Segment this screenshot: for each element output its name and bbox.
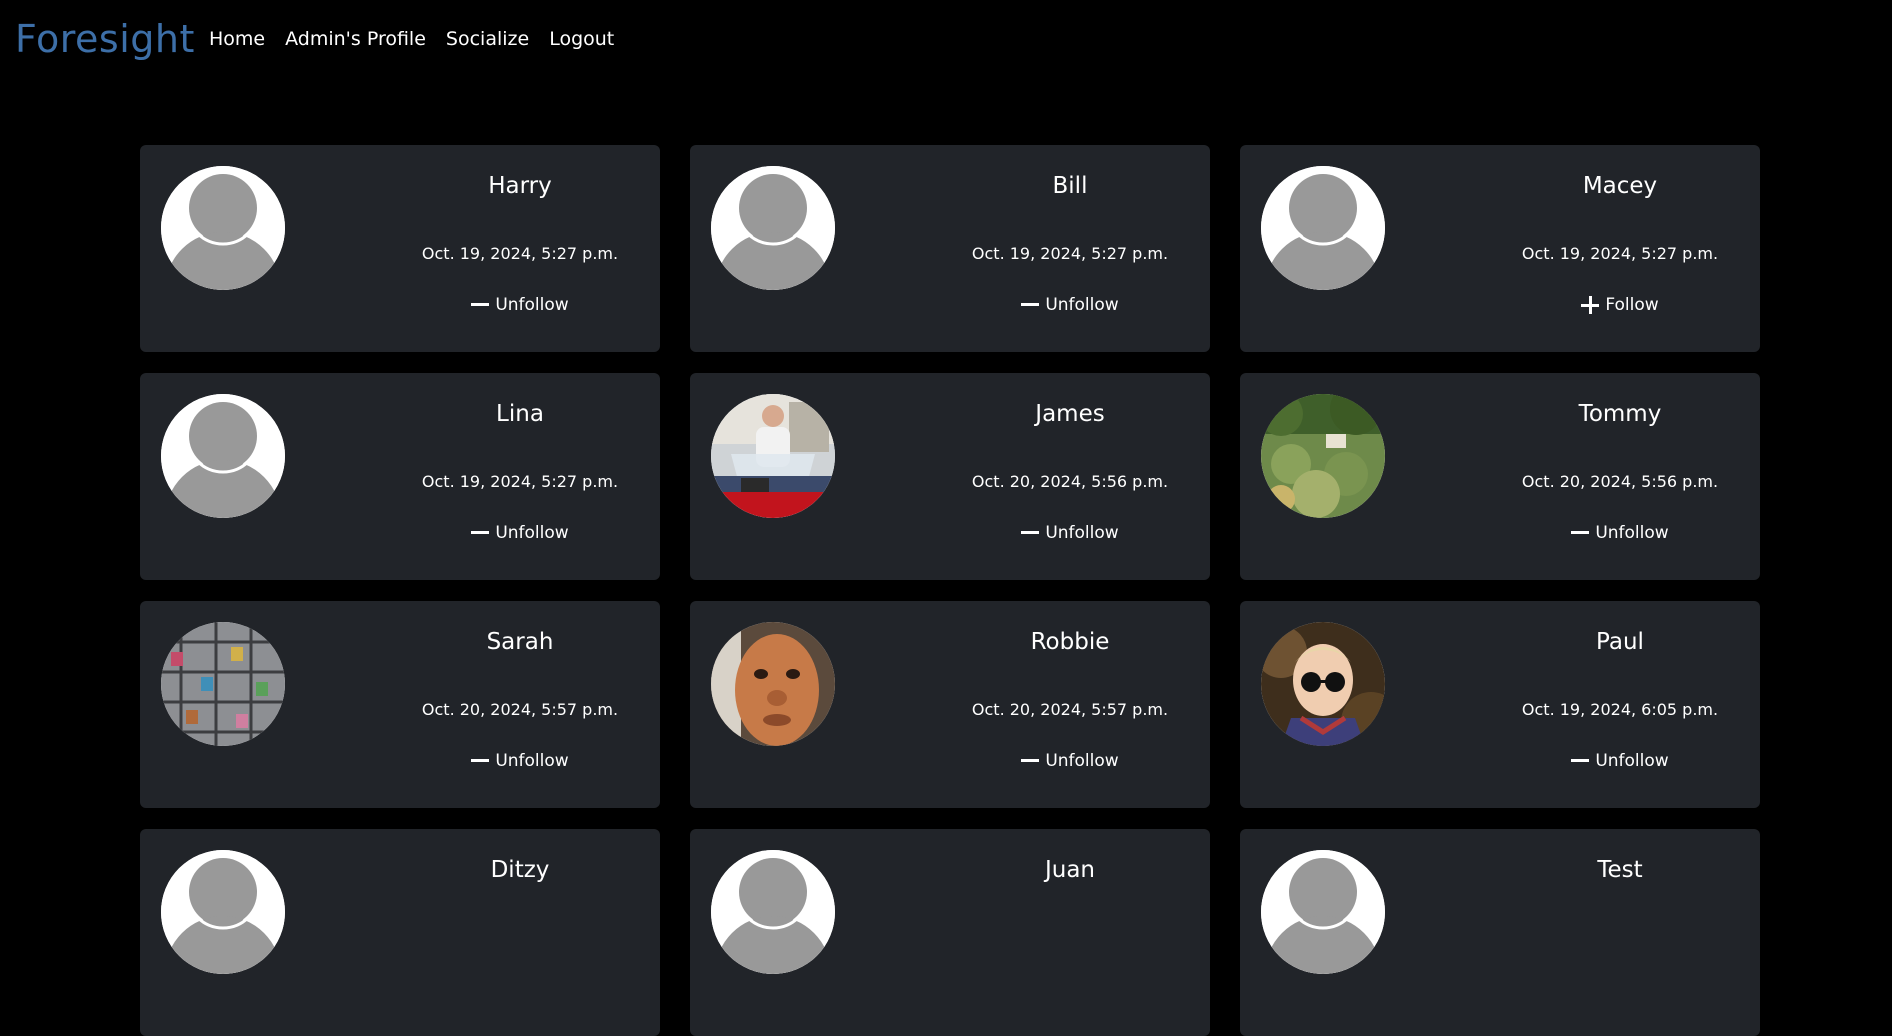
avatar	[711, 850, 835, 974]
user-card: Ditzy	[140, 829, 660, 1036]
user-card: Juan	[690, 829, 1210, 1036]
unfollow-button[interactable]: Unfollow	[1500, 523, 1740, 543]
minus-icon	[471, 302, 490, 306]
follow-date: Oct. 19, 2024, 5:27 p.m.	[421, 472, 619, 491]
unfollow-button[interactable]: Unfollow	[400, 751, 640, 771]
avatar	[711, 622, 835, 746]
user-card: Bill Oct. 19, 2024, 5:27 p.m. Unfollow	[690, 145, 1210, 352]
brand-logo-link[interactable]: Foresight	[15, 17, 195, 61]
avatar	[1261, 850, 1385, 974]
user-name: Harry	[488, 173, 552, 199]
follow-date: Oct. 20, 2024, 5:57 p.m.	[421, 700, 619, 719]
follow-date: Oct. 19, 2024, 5:27 p.m.	[1521, 244, 1719, 263]
follow-button-label: Unfollow	[1595, 751, 1669, 771]
unfollow-button[interactable]: Unfollow	[400, 295, 640, 315]
nav-link-socialize[interactable]: Socialize	[446, 28, 529, 50]
user-card: Tommy Oct. 20, 2024, 5:56 p.m. Unfollow	[1240, 373, 1760, 580]
nav-link-logout[interactable]: Logout	[549, 28, 614, 50]
follow-button-label: Unfollow	[495, 295, 569, 315]
user-card: Robbie Oct. 20, 2024, 5:57 p.m. Unfollow	[690, 601, 1210, 808]
user-card: Test	[1240, 829, 1760, 1036]
follow-button-label: Unfollow	[1045, 523, 1119, 543]
follow-button-label: Unfollow	[495, 751, 569, 771]
user-card: Harry Oct. 19, 2024, 5:27 p.m. Unfollow	[140, 145, 660, 352]
follow-date: Oct. 19, 2024, 5:27 p.m.	[421, 244, 619, 263]
nav-link-home[interactable]: Home	[209, 28, 265, 50]
follow-date: Oct. 19, 2024, 6:05 p.m.	[1521, 700, 1719, 719]
top-navbar: Foresight Home Admin's Profile Socialize…	[0, 0, 1892, 82]
follow-date: Oct. 19, 2024, 5:27 p.m.	[971, 244, 1169, 263]
avatar	[161, 622, 285, 746]
follow-button-label: Follow	[1605, 295, 1659, 315]
avatar	[161, 166, 285, 290]
user-card: Sarah Oct. 20, 2024, 5:57 p.m. Unfollow	[140, 601, 660, 808]
follow-button-label: Unfollow	[1045, 751, 1119, 771]
avatar	[711, 394, 835, 518]
avatar	[1261, 394, 1385, 518]
user-card: Paul Oct. 19, 2024, 6:05 p.m. Unfollow	[1240, 601, 1760, 808]
unfollow-button[interactable]: Unfollow	[950, 295, 1190, 315]
nav-link-profile[interactable]: Admin's Profile	[285, 28, 426, 50]
avatar	[1261, 166, 1385, 290]
follow-date: Oct. 20, 2024, 5:57 p.m.	[971, 700, 1169, 719]
user-name: Robbie	[1030, 629, 1110, 655]
user-card: Macey Oct. 19, 2024, 5:27 p.m. Follow	[1240, 145, 1760, 352]
user-name: Lina	[496, 401, 544, 427]
nav-links: Home Admin's Profile Socialize Logout	[209, 28, 634, 50]
minus-icon	[1021, 530, 1040, 534]
avatar	[1261, 622, 1385, 746]
unfollow-button[interactable]: Unfollow	[950, 751, 1190, 771]
follow-button-label: Unfollow	[1595, 523, 1669, 543]
minus-icon	[1571, 530, 1590, 534]
user-name: Sarah	[486, 629, 554, 655]
user-name: Tommy	[1578, 401, 1662, 427]
unfollow-button[interactable]: Unfollow	[1500, 751, 1740, 771]
follow-button-label: Unfollow	[495, 523, 569, 543]
user-card: James Oct. 20, 2024, 5:56 p.m. Unfollow	[690, 373, 1210, 580]
minus-icon	[1021, 758, 1040, 762]
user-name: Bill	[1052, 173, 1088, 199]
avatar	[161, 394, 285, 518]
user-name: Macey	[1582, 173, 1658, 199]
user-name: Paul	[1596, 629, 1644, 655]
user-card-grid: Harry Oct. 19, 2024, 5:27 p.m. Unfollow Bi…	[140, 145, 1760, 1036]
avatar	[161, 850, 285, 974]
minus-icon	[1571, 758, 1590, 762]
minus-icon	[471, 758, 490, 762]
follow-button[interactable]: Follow	[1500, 295, 1740, 315]
user-name: James	[1035, 401, 1105, 427]
follow-button-label: Unfollow	[1045, 295, 1119, 315]
user-name: Test	[1597, 857, 1643, 883]
user-name: Ditzy	[490, 857, 550, 883]
user-card: Lina Oct. 19, 2024, 5:27 p.m. Unfollow	[140, 373, 660, 580]
user-name: Juan	[1044, 857, 1096, 883]
plus-icon	[1581, 296, 1600, 314]
unfollow-button[interactable]: Unfollow	[400, 523, 640, 543]
unfollow-button[interactable]: Unfollow	[950, 523, 1190, 543]
follow-date: Oct. 20, 2024, 5:56 p.m.	[1521, 472, 1719, 491]
minus-icon	[1021, 302, 1040, 306]
follow-date: Oct. 20, 2024, 5:56 p.m.	[971, 472, 1169, 491]
avatar	[711, 166, 835, 290]
minus-icon	[471, 530, 490, 534]
